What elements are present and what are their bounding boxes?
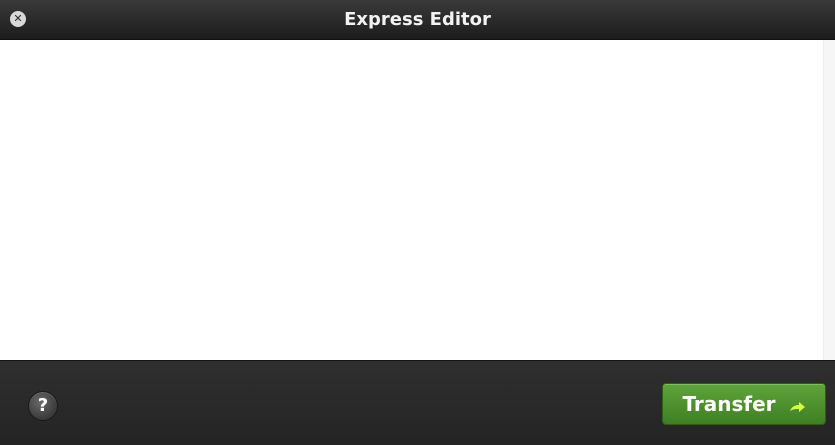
- window-title: Express Editor: [344, 9, 491, 30]
- transfer-button[interactable]: Transfer: [662, 383, 826, 425]
- title-bar: ✕ Express Editor: [0, 0, 835, 40]
- express-editor-window: ✕ Express Editor ? Transfer: [0, 0, 835, 445]
- help-button[interactable]: ?: [28, 391, 58, 421]
- footer-bar: ? Transfer: [0, 360, 835, 445]
- arrow-right-icon: [788, 396, 806, 412]
- transfer-button-label: Transfer: [682, 392, 776, 416]
- scrollbar[interactable]: [823, 40, 835, 360]
- editor-content-area[interactable]: [0, 40, 835, 360]
